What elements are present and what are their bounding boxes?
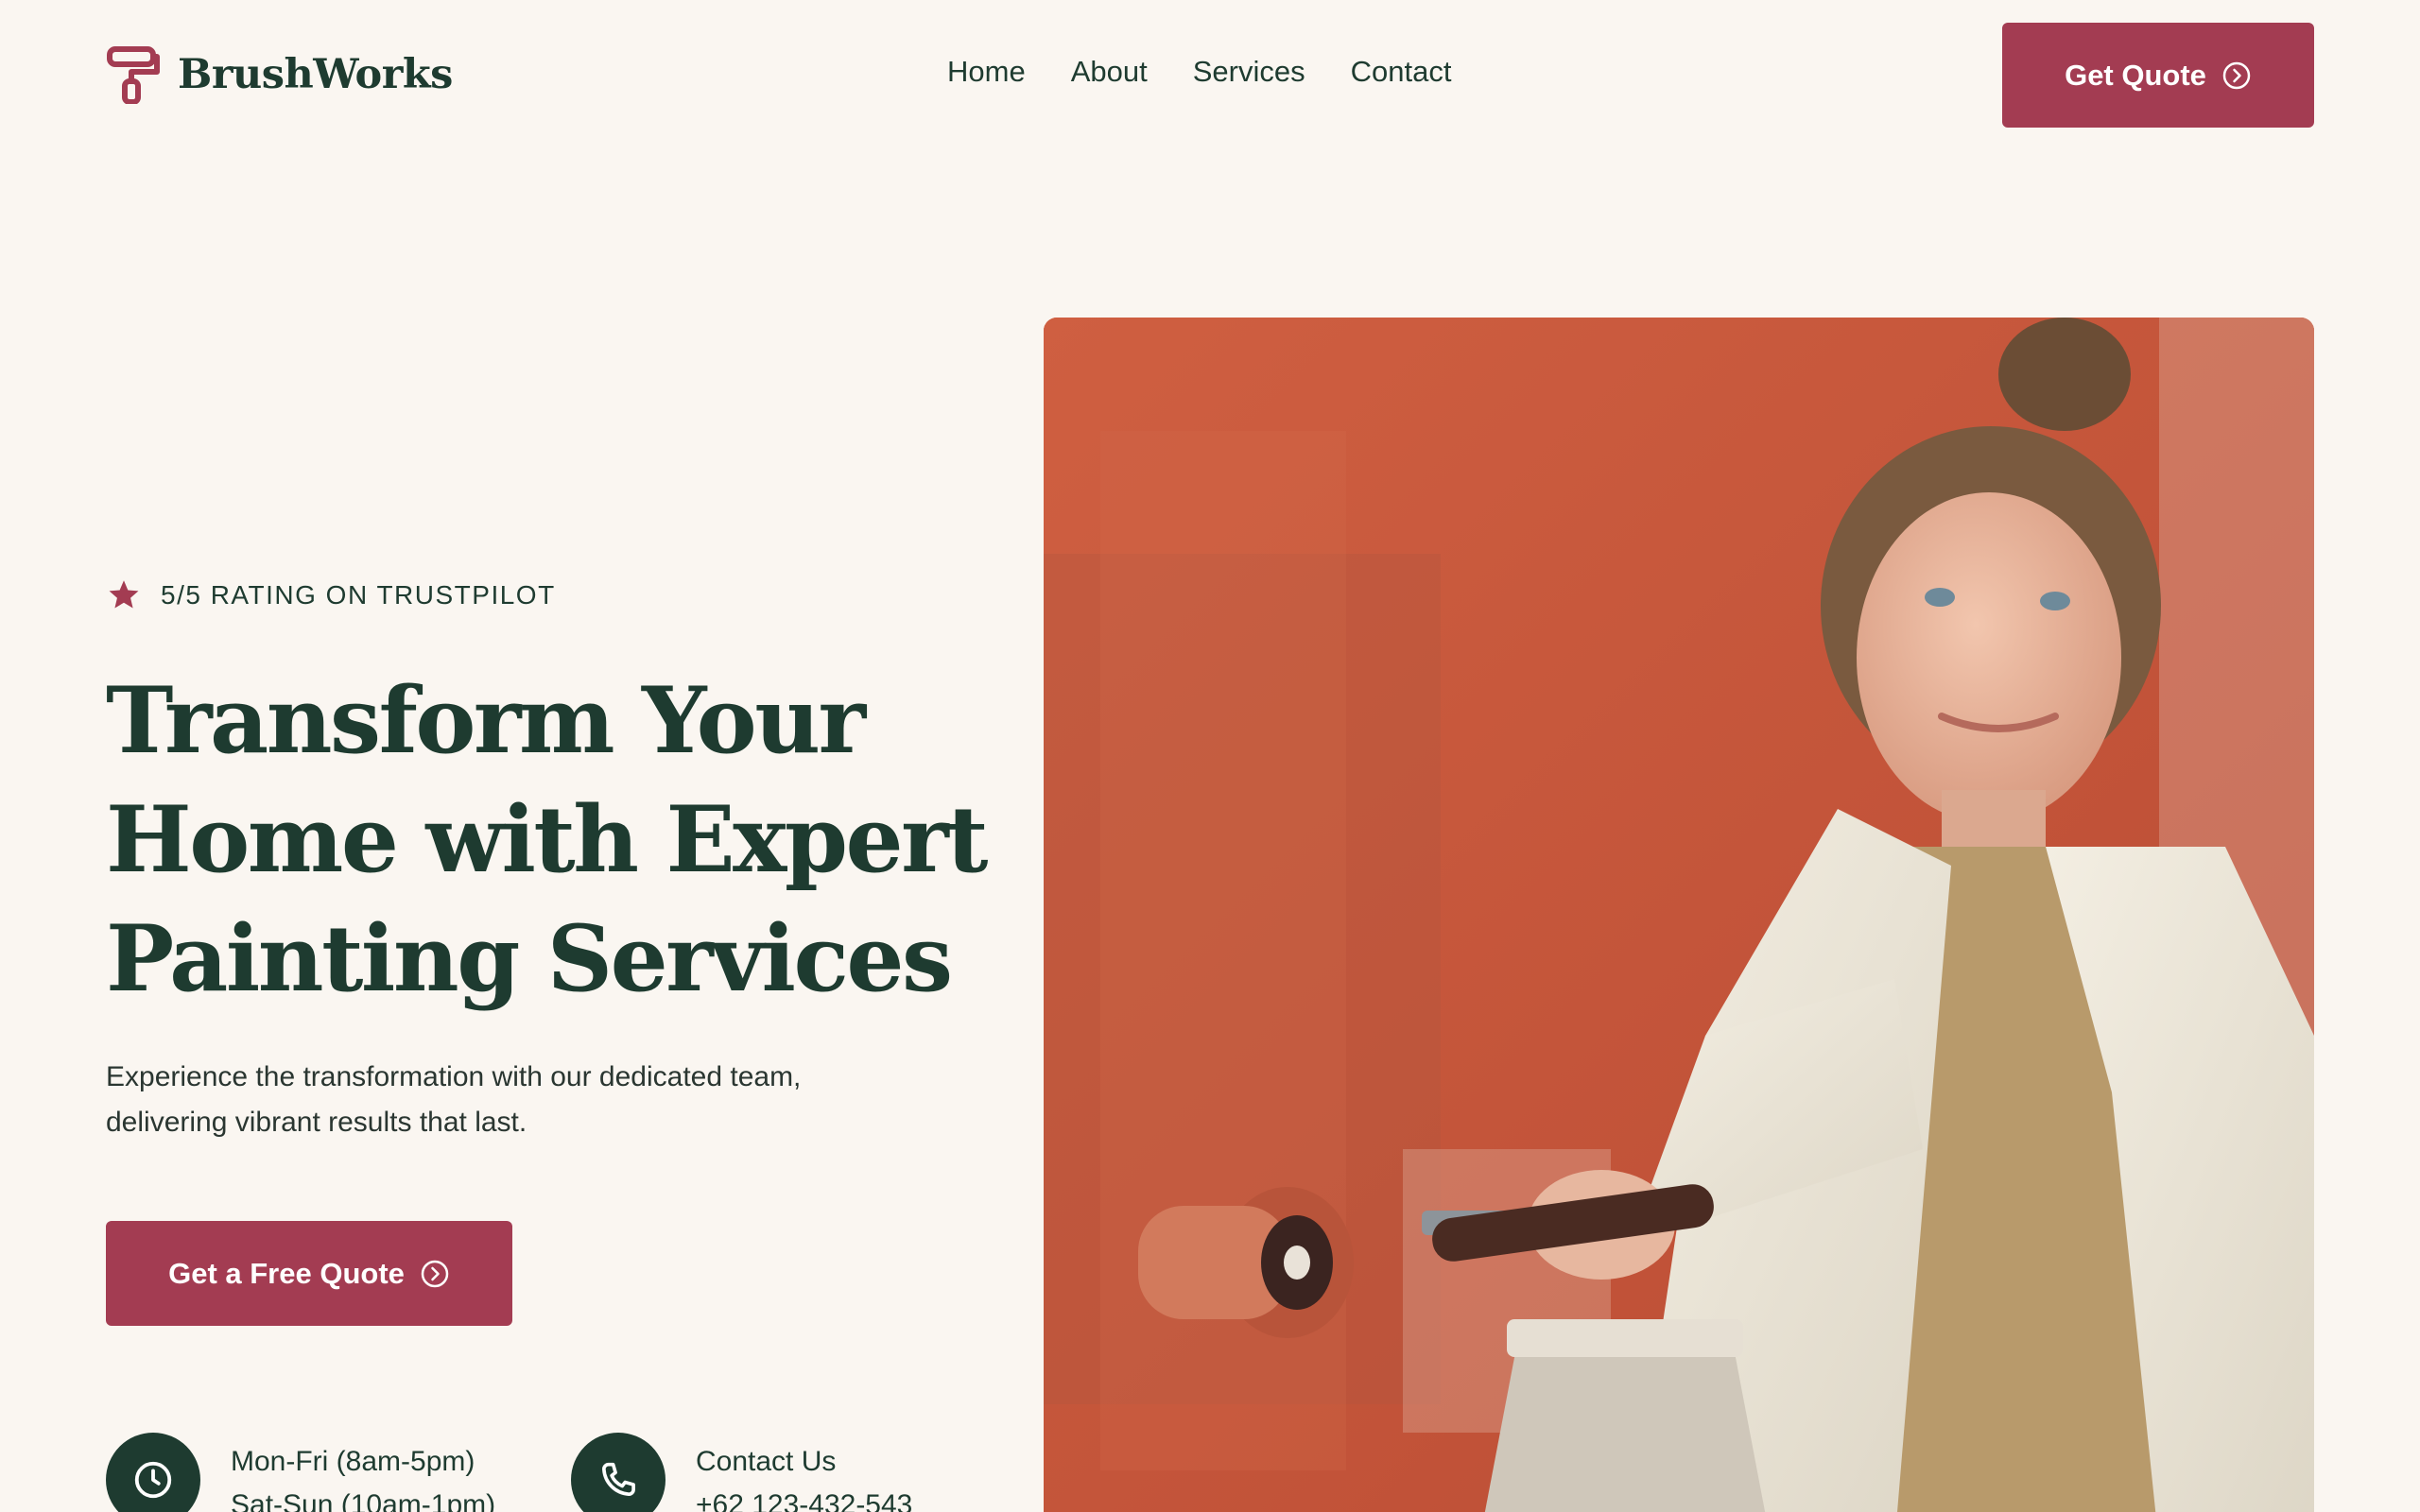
hours-text: Mon-Fri (8am-5pm) Sat-Sun (10am-1pm) — [231, 1433, 495, 1512]
brand-logo[interactable]: BrushWorks — [106, 45, 453, 104]
trustpilot-rating: 5/5 RATING ON TRUSTPILOT — [106, 578, 556, 612]
hero-description: Experience the transformation with our d… — [106, 1055, 957, 1145]
contact-info[interactable]: Contact Us +62 123-432-543 — [571, 1433, 912, 1512]
brand-name: BrushWorks — [178, 51, 453, 98]
hours-weekday: Mon-Fri (8am-5pm) — [231, 1446, 475, 1477]
painter-photo-illustration — [1044, 318, 2314, 1512]
free-quote-button[interactable]: Get a Free Quote — [106, 1221, 512, 1326]
nav-contact[interactable]: Contact — [1351, 55, 1452, 89]
headline-line: Painting Services — [106, 905, 953, 1012]
hero-headline: Transform Your Home with Expert Painting… — [106, 662, 1051, 1019]
get-quote-button[interactable]: Get Quote — [2002, 23, 2314, 128]
free-quote-label: Get a Free Quote — [168, 1256, 405, 1290]
phone-icon — [602, 1462, 635, 1496]
star-icon — [109, 580, 139, 609]
chevron-circle-right-icon — [421, 1260, 449, 1287]
landing-page: BrushWorks Home About Services Contact G… — [0, 0, 2420, 1512]
nav-services[interactable]: Services — [1193, 55, 1305, 89]
business-hours: Mon-Fri (8am-5pm) Sat-Sun (10am-1pm) — [106, 1433, 495, 1512]
hero-photo — [1044, 318, 2314, 1512]
contact-text: Contact Us +62 123-432-543 — [696, 1433, 912, 1512]
hours-weekend: Sat-Sun (10am-1pm) — [231, 1489, 496, 1512]
get-quote-label: Get Quote — [2065, 58, 2206, 92]
hours-icon-badge — [106, 1433, 200, 1512]
contact-label: Contact Us — [696, 1446, 837, 1477]
contact-icon-badge — [571, 1433, 666, 1512]
description-line: Experience the transformation with our d… — [106, 1061, 802, 1092]
description-line: delivering vibrant results that last. — [106, 1107, 527, 1138]
clock-icon — [134, 1461, 172, 1499]
paint-roller-icon — [107, 46, 160, 104]
chevron-circle-right-icon — [2222, 61, 2251, 89]
headline-line: Transform Your — [106, 667, 866, 774]
nav-home[interactable]: Home — [947, 55, 1026, 89]
nav-about[interactable]: About — [1071, 55, 1148, 89]
headline-line: Home with Expert — [106, 786, 989, 893]
phone-number[interactable]: +62 123-432-543 — [696, 1484, 912, 1512]
rating-label: 5/5 RATING ON TRUSTPILOT — [161, 580, 556, 610]
main-nav: Home About Services Contact — [947, 55, 1451, 89]
